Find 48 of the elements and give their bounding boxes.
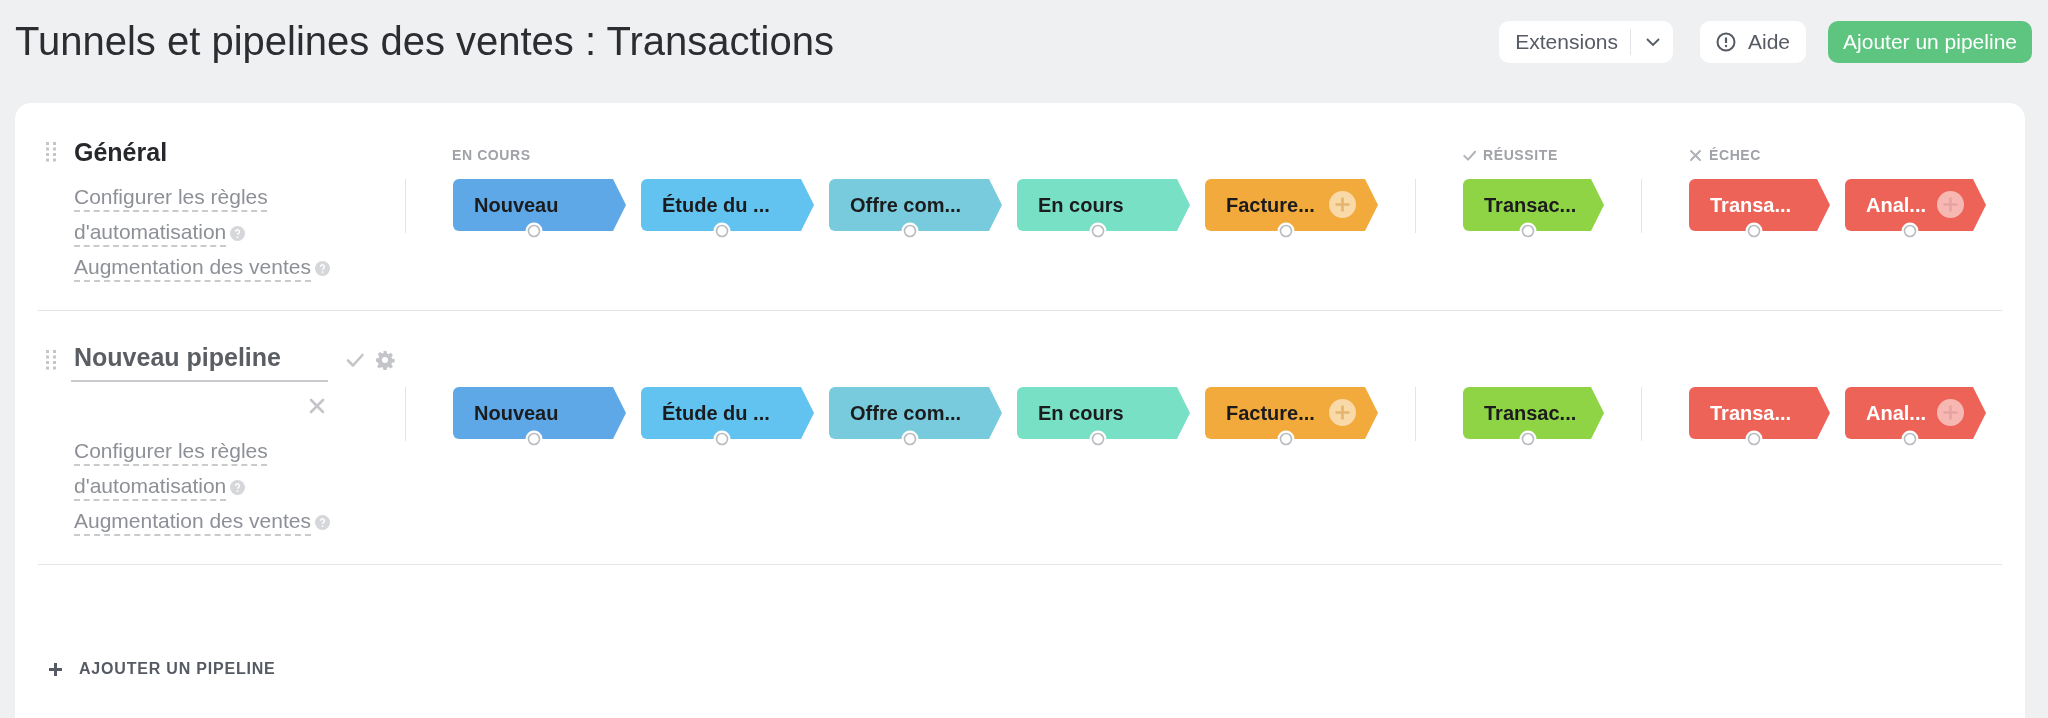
settings-icon[interactable] [375,350,395,370]
circle-handle-icon[interactable] [524,222,543,240]
circle-handle-icon[interactable] [1088,222,1107,240]
circle-handle-icon[interactable] [1744,222,1763,240]
circle-handle-icon[interactable] [712,430,731,448]
exclamation-icon [1716,32,1736,52]
circle-handle-icon[interactable] [900,430,919,448]
stage-chip[interactable]: Transac... [1463,387,1604,439]
stage-chip[interactable]: Offre com... [829,387,1002,439]
circle-handle-icon[interactable] [1518,222,1537,240]
page-title: Tunnels et pipelines des ventes : Transactions [15,18,835,64]
circle-handle-icon[interactable] [1744,430,1763,448]
plus-icon[interactable] [48,661,63,677]
circle-handle-icon[interactable] [1088,430,1107,448]
stage-chip[interactable]: Nouveau [453,387,626,439]
help-icon[interactable] [315,514,330,530]
extensions-dropdown[interactable]: Extensions [1499,21,1673,63]
cross-icon [1688,147,1703,163]
circle-handle-icon[interactable] [1900,430,1919,448]
drag-handle-icon[interactable] [46,350,58,370]
help-button[interactable]: Aide [1700,21,1807,63]
stage-group-label: RÉUSSITE [1483,147,1558,163]
circle-handle-icon[interactable] [1900,222,1919,240]
help-icon[interactable] [230,225,246,241]
stage-group-label: ÉCHEC [1709,147,1761,163]
pipeline-name: Général [74,137,168,167]
help-icon[interactable] [315,260,330,276]
stage-chip[interactable]: Étude du ... [641,179,814,231]
stage-chip[interactable]: Étude du ... [641,387,814,439]
circle-handle-icon[interactable] [1276,430,1295,448]
circle-handle-icon[interactable] [900,222,919,240]
stage-chip[interactable]: Facture... [1205,387,1378,439]
close-icon[interactable] [307,396,327,416]
stage-group-label: EN COURS [452,147,531,163]
drag-handle-icon[interactable] [46,142,58,162]
circle-handle-icon[interactable] [1276,222,1295,240]
add-pipeline-link[interactable]: AJOUTER UN PIPELINE [79,660,276,678]
stage-chip[interactable]: Offre com... [829,179,1002,231]
stage-chip[interactable]: Transac... [1463,179,1604,231]
stage-chip[interactable]: En cours [1017,387,1190,439]
circle-handle-icon[interactable] [524,430,543,448]
stage-chip[interactable]: Facture... [1205,179,1378,231]
stage-chip[interactable]: En cours [1017,179,1190,231]
stage-chip[interactable]: Nouveau [453,179,626,231]
pipeline-name-field[interactable]: Nouveau pipeline [71,338,328,382]
circle-handle-icon[interactable] [712,222,731,240]
help-icon[interactable] [230,479,246,495]
circle-handle-icon[interactable] [1518,430,1537,448]
